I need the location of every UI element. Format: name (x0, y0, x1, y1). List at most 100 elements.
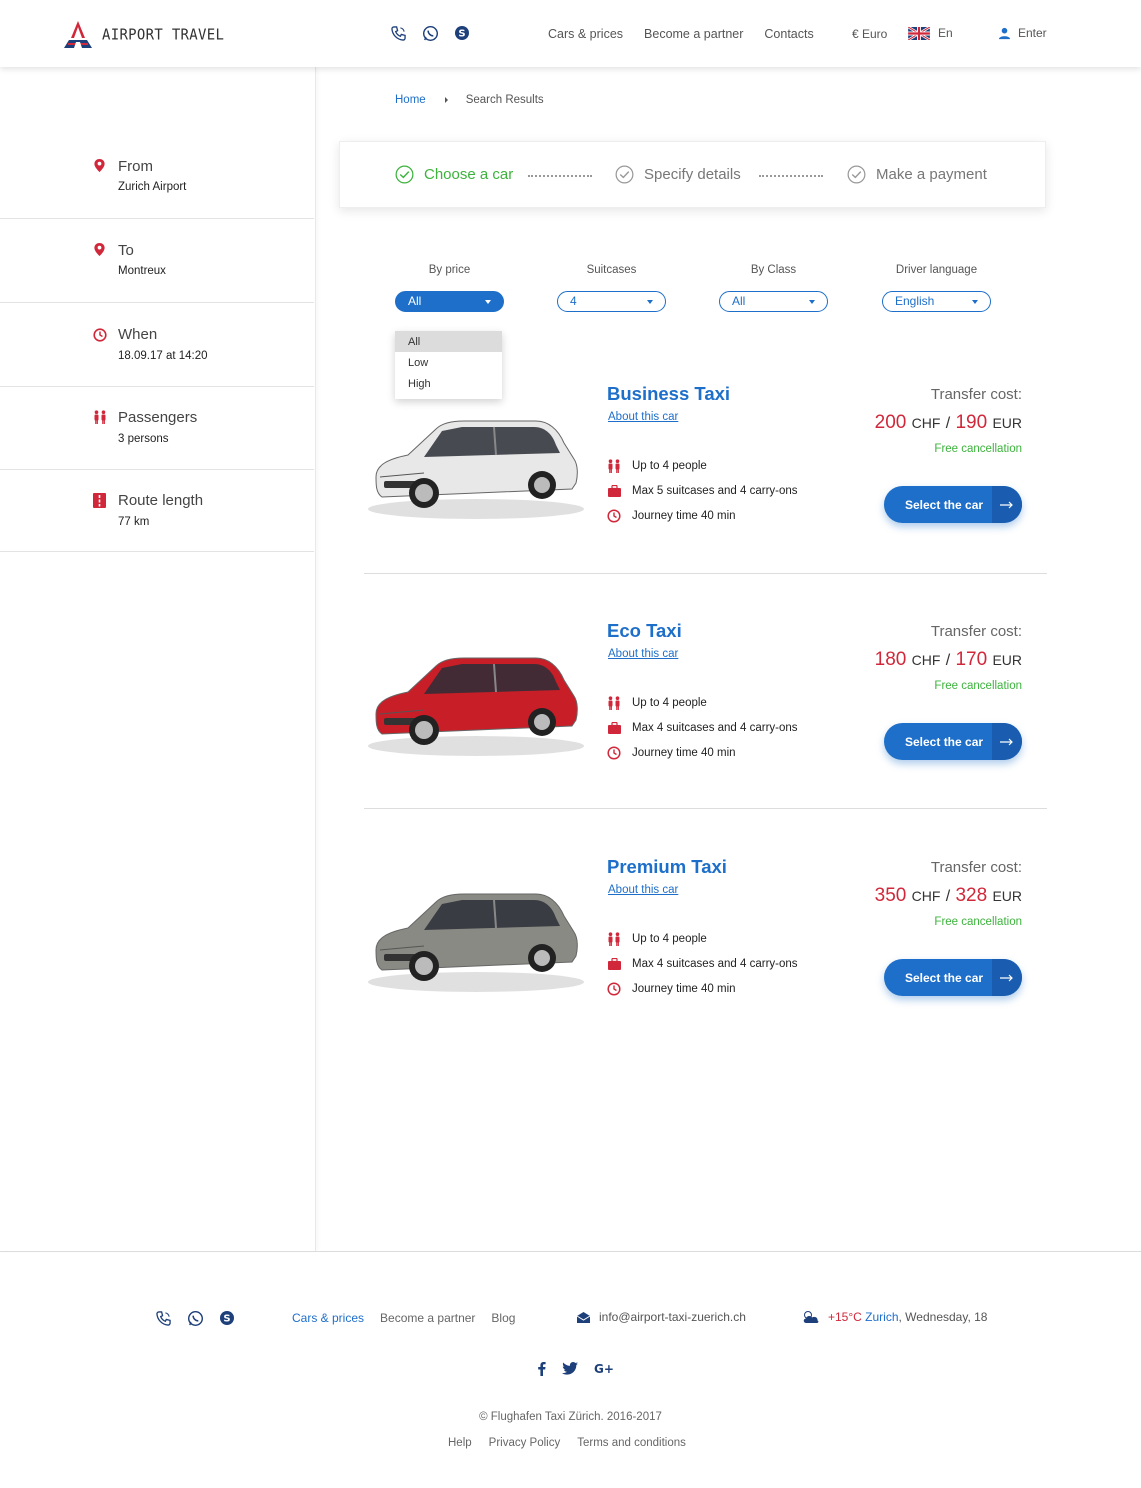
people-icon (93, 410, 107, 427)
language-label: En (938, 26, 953, 40)
car-card: Eco Taxi About this car Up to 4 people M… (364, 620, 1047, 780)
footer-nav-become-partner[interactable]: Become a partner (380, 1311, 475, 1325)
footer-nav-cars-prices[interactable]: Cars & prices (292, 1311, 364, 1325)
enter-button[interactable]: Enter (998, 26, 1047, 40)
logo-icon (64, 21, 92, 48)
nav-contacts[interactable]: Contacts (764, 27, 813, 41)
caret-down-icon (647, 300, 653, 304)
filter-title: Driver language (895, 264, 978, 276)
select-car-label: Select the car (905, 735, 984, 749)
phone-icon[interactable] (154, 1309, 172, 1327)
driver-language-select[interactable]: English (882, 291, 991, 312)
sidebar-item-when: When 18.09.17 at 14:20 (0, 303, 314, 387)
check-circle-icon (395, 165, 414, 184)
twitter-icon[interactable] (562, 1362, 578, 1378)
price-eur: 170 (955, 649, 988, 670)
currency-selector[interactable]: € Euro (852, 27, 887, 41)
feature-text: Up to 4 people (632, 460, 707, 472)
breadcrumb-home[interactable]: Home (395, 94, 426, 106)
select-car-button[interactable]: Select the car (884, 959, 1022, 996)
breadcrumb-current: Search Results (465, 94, 544, 106)
check-circle-icon (847, 165, 866, 184)
feature-text: Journey time 40 min (632, 747, 736, 759)
feature-text: Max 4 suitcases and 4 carry-ons (632, 722, 798, 734)
arrow-right-icon (992, 723, 1022, 760)
breadcrumb: Home Search Results (395, 94, 544, 106)
nav-cars-prices[interactable]: Cars & prices (548, 27, 623, 41)
skype-icon[interactable]: S (453, 24, 471, 42)
google-plus-icon[interactable]: G+ (594, 1362, 614, 1378)
filter-title: Suitcases (586, 264, 637, 276)
transfer-cost-label: Transfer cost: (930, 623, 1022, 640)
skype-icon[interactable]: S (218, 1309, 236, 1327)
svg-text:S: S (458, 29, 465, 40)
about-car-link[interactable]: About this car (608, 884, 678, 896)
transfer-cost-label: Transfer cost: (930, 859, 1022, 876)
about-car-link[interactable]: About this car (608, 648, 678, 660)
select-car-button[interactable]: Select the car (884, 723, 1022, 760)
feature-suitcases: Max 5 suitcases and 4 carry-ons (607, 484, 798, 498)
dropdown-option-low[interactable]: Low (395, 352, 502, 373)
clock-icon (607, 746, 621, 760)
caret-down-icon (809, 300, 815, 304)
dropdown-option-high[interactable]: High (395, 373, 502, 394)
suitcase-icon (607, 484, 621, 498)
clock-icon (607, 509, 621, 523)
step-label: Specify details (644, 166, 741, 183)
logo[interactable]: AIRPORT TRAVEL (62, 20, 224, 50)
price-select[interactable]: All (395, 291, 504, 312)
select-car-button[interactable]: Select the car (884, 486, 1022, 523)
from-value: Zurich Airport (118, 181, 187, 193)
weather-city[interactable]: Zurich (865, 1310, 898, 1324)
free-cancellation: Free cancellation (934, 443, 1022, 455)
select-car-label: Select the car (905, 498, 984, 512)
price-dropdown-menu: All Low High (395, 331, 502, 399)
road-icon (93, 493, 106, 511)
dropdown-option-all[interactable]: All (395, 331, 502, 352)
location-pin-icon (93, 242, 106, 260)
step-separator (759, 175, 823, 177)
feature-text: Max 4 suitcases and 4 carry-ons (632, 958, 798, 970)
facebook-icon[interactable] (537, 1361, 546, 1379)
filter-title: By price (428, 264, 471, 276)
price-eur-unit: EUR (992, 415, 1022, 431)
car-title: Premium Taxi (607, 856, 727, 877)
passengers-value: 3 persons (118, 433, 169, 445)
uk-flag-icon (908, 26, 930, 40)
feature-journey-time: Journey time 40 min (607, 746, 736, 760)
footer-email[interactable]: info@airport-taxi-zuerich.ch (576, 1310, 746, 1324)
suitcases-select[interactable]: 4 (557, 291, 666, 312)
terms-link[interactable]: Terms and conditions (577, 1437, 686, 1449)
feature-suitcases: Max 4 suitcases and 4 carry-ons (607, 721, 798, 735)
footer-nav-blog[interactable]: Blog (491, 1311, 515, 1325)
passengers-label: Passengers (118, 409, 198, 426)
whatsapp-icon[interactable] (186, 1309, 204, 1327)
price-eur-unit: EUR (992, 888, 1022, 904)
price: 180 CHF / 170 EUR (874, 649, 1022, 670)
class-select[interactable]: All (719, 291, 828, 312)
phone-icon[interactable] (389, 24, 407, 42)
language-selector[interactable]: En (908, 26, 953, 40)
privacy-policy-link[interactable]: Privacy Policy (489, 1437, 561, 1449)
help-link[interactable]: Help (448, 1437, 472, 1449)
weather-temp: +15°C (828, 1310, 862, 1324)
price-eur: 190 (955, 412, 988, 433)
feature-text: Max 5 suitcases and 4 carry-ons (632, 485, 798, 497)
footer-contact-icons: S (154, 1309, 236, 1327)
price-eur-unit: EUR (992, 652, 1022, 668)
about-car-link[interactable]: About this car (608, 411, 678, 423)
free-cancellation: Free cancellation (934, 680, 1022, 692)
arrow-right-icon (992, 486, 1022, 523)
mail-icon (576, 1311, 591, 1323)
price: 350 CHF / 328 EUR (874, 885, 1022, 906)
whatsapp-icon[interactable] (421, 24, 439, 42)
suitcase-icon (607, 721, 621, 735)
filter-driver-language: Driver language English (882, 264, 991, 312)
route-length-label: Route length (118, 492, 204, 509)
when-value: 18.09.17 at 14:20 (118, 350, 208, 362)
car-title: Eco Taxi (607, 620, 682, 641)
people-icon (607, 696, 621, 710)
svg-text:G+: G+ (594, 1362, 614, 1375)
nav-become-partner[interactable]: Become a partner (644, 27, 743, 41)
feature-journey-time: Journey time 40 min (607, 509, 736, 523)
